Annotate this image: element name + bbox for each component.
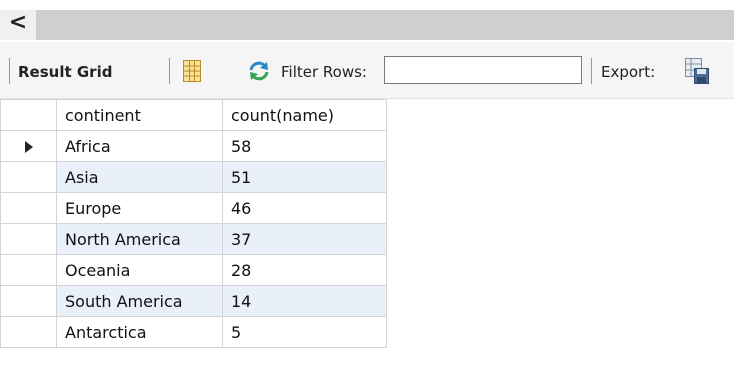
table-row[interactable]: Oceania 28	[0, 254, 387, 286]
cell-continent[interactable]: Africa	[56, 130, 223, 162]
result-toolbar: Result Grid Filter Rows: Export:	[0, 42, 734, 99]
cell-count[interactable]: 37	[222, 223, 387, 255]
result-grid: continent count(name) Africa 58 Asia 51 …	[0, 99, 387, 348]
scroll-track[interactable]	[37, 10, 734, 40]
scroll-left-button[interactable]: <	[0, 10, 37, 40]
row-marker[interactable]	[0, 192, 57, 224]
cell-count[interactable]: 58	[222, 130, 387, 162]
cell-continent[interactable]: Antarctica	[56, 316, 223, 348]
cell-continent[interactable]: South America	[56, 285, 223, 317]
table-row[interactable]: Asia 51	[0, 161, 387, 193]
row-marker[interactable]	[0, 285, 57, 317]
column-header-continent[interactable]: continent	[56, 99, 223, 131]
table-row[interactable]: North America 37	[0, 223, 387, 255]
toolbar-separator	[169, 58, 170, 84]
filter-rows-label: Filter Rows:	[281, 63, 367, 81]
result-table: continent count(name) Africa 58 Asia 51 …	[0, 99, 387, 348]
table-row[interactable]: South America 14	[0, 285, 387, 317]
table-row[interactable]: Africa 58	[0, 130, 387, 162]
cell-count[interactable]: 14	[222, 285, 387, 317]
cell-count[interactable]: 28	[222, 254, 387, 286]
grid-layout-icon[interactable]	[183, 60, 201, 82]
horizontal-scrollbar[interactable]: <	[0, 0, 734, 40]
current-row-arrow-icon	[24, 141, 33, 153]
table-row[interactable]: Antarctica 5	[0, 316, 387, 348]
row-marker[interactable]	[0, 223, 57, 255]
column-header-count[interactable]: count(name)	[222, 99, 387, 131]
cell-continent[interactable]: Asia	[56, 161, 223, 193]
row-marker[interactable]	[0, 130, 57, 162]
cell-count[interactable]: 46	[222, 192, 387, 224]
result-grid-button[interactable]: Result Grid	[18, 62, 112, 82]
filter-rows-input[interactable]	[384, 56, 582, 84]
header-row: continent count(name)	[0, 99, 387, 131]
export-icon[interactable]	[685, 58, 709, 84]
row-marker-header	[0, 99, 57, 131]
row-marker[interactable]	[0, 316, 57, 348]
refresh-icon[interactable]	[247, 60, 271, 82]
cell-count[interactable]: 51	[222, 161, 387, 193]
toolbar-separator	[591, 58, 592, 84]
export-label: Export:	[601, 63, 656, 81]
row-marker[interactable]	[0, 161, 57, 193]
cell-continent[interactable]: Europe	[56, 192, 223, 224]
cell-count[interactable]: 5	[222, 316, 387, 348]
table-row[interactable]: Europe 46	[0, 192, 387, 224]
cell-continent[interactable]: Oceania	[56, 254, 223, 286]
toolbar-separator	[9, 58, 10, 84]
cell-continent[interactable]: North America	[56, 223, 223, 255]
row-marker[interactable]	[0, 254, 57, 286]
